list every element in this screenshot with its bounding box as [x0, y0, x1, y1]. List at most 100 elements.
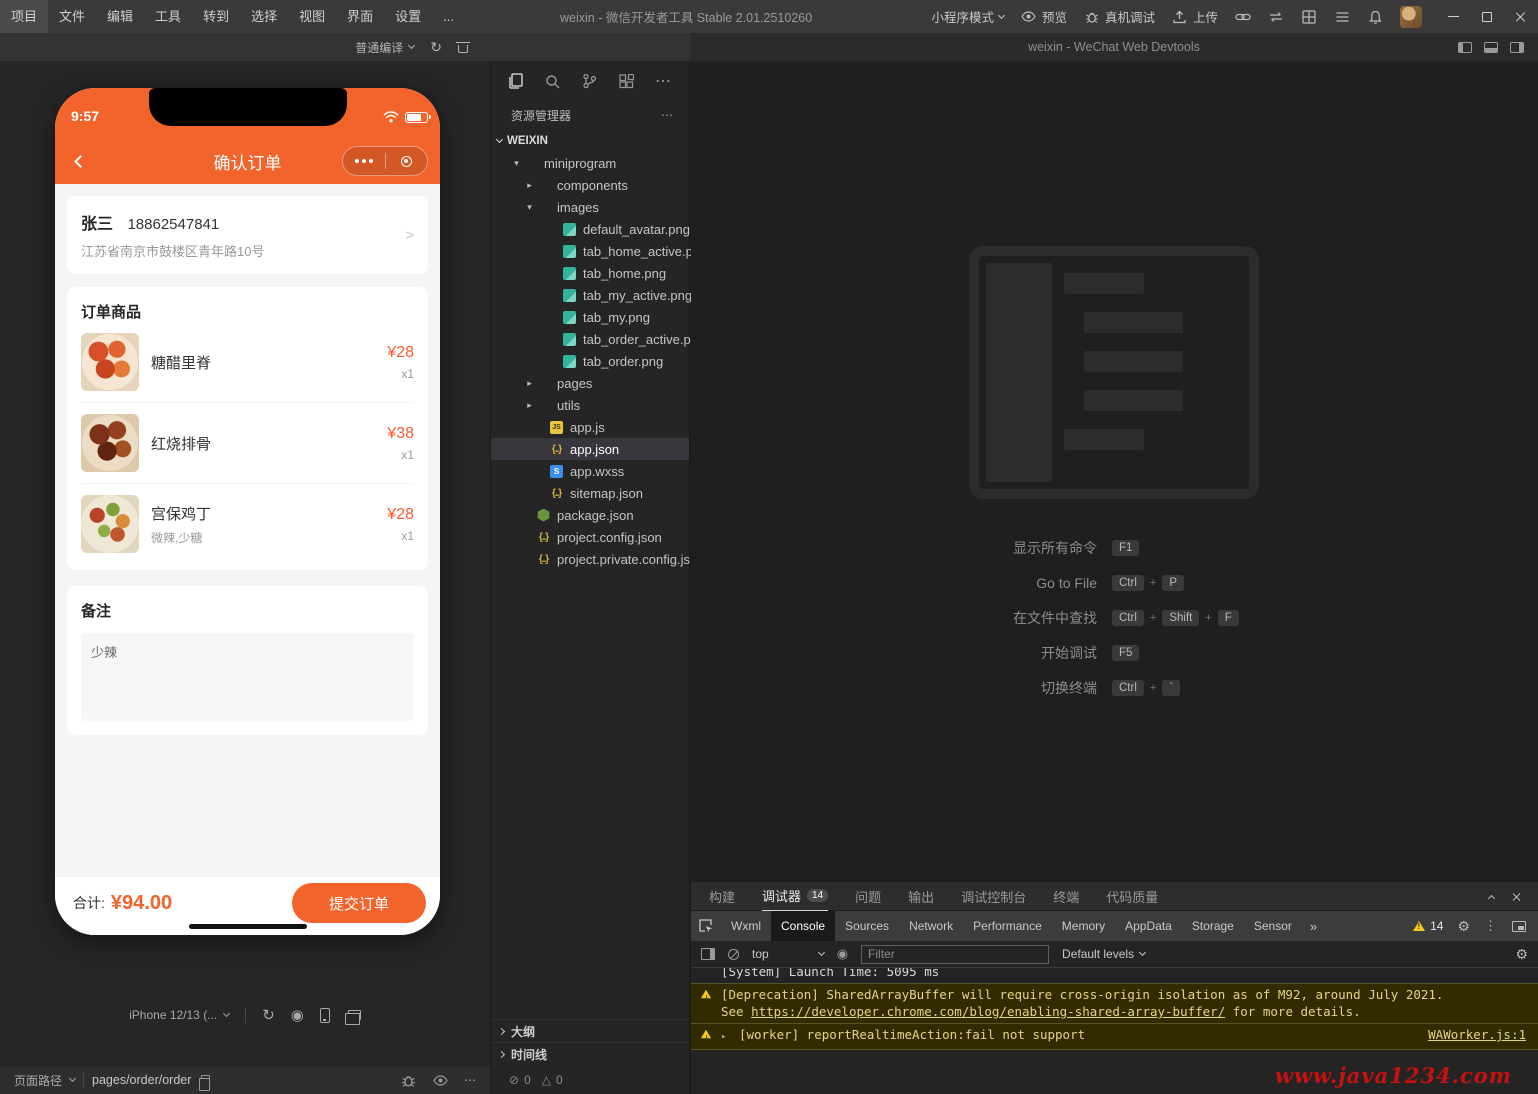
goods-item[interactable]: 红烧排骨 ¥38 x1 — [81, 403, 414, 484]
devtools-settings-icon[interactable]: ⚙ — [1457, 918, 1470, 935]
kebab-menu-icon[interactable]: ⋮ — [1484, 918, 1498, 934]
goods-item[interactable]: 宫保鸡丁 微辣,少糖 ¥28 x1 — [81, 484, 414, 564]
clear-console-icon[interactable] — [728, 949, 739, 960]
close-panel-icon[interactable] — [1512, 892, 1522, 902]
copy-path-icon[interactable] — [201, 1075, 210, 1086]
page-path[interactable]: pages/order/order — [92, 1073, 191, 1087]
debug-tab[interactable]: 调试控制台 — [961, 882, 1026, 911]
real-device-debug-button[interactable]: 真机调试 — [1084, 7, 1155, 26]
timeline-section[interactable]: 时间线 — [491, 1042, 689, 1065]
layout-grid-icon[interactable] — [1301, 9, 1317, 25]
devtools-tab[interactable]: Storage — [1182, 911, 1244, 941]
menu-item[interactable]: 工具 — [144, 0, 192, 33]
clear-cache-icon[interactable] — [458, 45, 468, 53]
path-mode-label[interactable]: 页面路径 — [14, 1072, 62, 1089]
tree-row[interactable]: ▾ images — [491, 196, 689, 218]
menu-item[interactable]: ... — [432, 0, 465, 33]
menu-item[interactable]: 设置 — [384, 0, 432, 33]
device-frame-icon[interactable] — [320, 1008, 330, 1023]
menu-item[interactable]: 编辑 — [96, 0, 144, 33]
bug-icon[interactable] — [400, 1072, 416, 1088]
console-filter-input[interactable] — [861, 945, 1049, 964]
compile-mode-select[interactable]: 普通编译 — [355, 39, 414, 56]
extensions-icon[interactable] — [618, 73, 634, 89]
console-sidebar-icon[interactable] — [701, 948, 715, 960]
address-card[interactable]: 张三 18862547841 江苏省南京市鼓楼区青年路10号 > — [67, 196, 428, 274]
console-message[interactable]: [Deprecation] SharedArrayBuffer will req… — [691, 983, 1538, 1024]
tree-row[interactable]: JS app.js — [491, 416, 689, 438]
devtools-tab[interactable]: Sensor — [1244, 911, 1302, 941]
console-settings-icon[interactable]: ⚙ — [1515, 946, 1528, 963]
multi-window-icon[interactable] — [348, 1010, 361, 1020]
console-message[interactable]: ▸ [worker] reportRealtimeAction:fail not… — [691, 1024, 1538, 1050]
hamburger-icon[interactable] — [1334, 9, 1350, 25]
more-menu-icon[interactable] — [343, 159, 385, 163]
refresh-icon[interactable]: ↻ — [430, 39, 442, 56]
rotate-icon[interactable]: ↻ — [262, 1006, 275, 1024]
menu-item[interactable]: 项目 — [0, 0, 48, 33]
window-close-button[interactable] — [1504, 0, 1538, 33]
upload-button[interactable]: 上传 — [1172, 7, 1218, 26]
project-root-row[interactable]: WEIXIN — [491, 130, 689, 152]
record-icon[interactable]: ◉ — [291, 1006, 304, 1024]
js-context-select[interactable]: top — [752, 947, 824, 961]
problems-status[interactable]: ⊘ 0 △ 0 — [491, 1065, 689, 1094]
tree-row[interactable]: {..} project.private.config.js... — [491, 548, 689, 570]
menu-item[interactable]: 转到 — [192, 0, 240, 33]
close-minibar-icon[interactable] — [386, 156, 428, 167]
create-live-expression-icon[interactable]: ◉ — [837, 946, 848, 962]
tree-row[interactable]: tab_order.png — [491, 350, 689, 372]
devtools-tab[interactable]: Network — [899, 911, 963, 941]
preview-button[interactable]: 预览 — [1021, 7, 1067, 26]
debug-tab[interactable]: 输出 — [908, 882, 934, 911]
files-icon[interactable] — [507, 73, 523, 89]
tree-row[interactable]: tab_home.png — [491, 262, 689, 284]
miniprogram-capsule[interactable] — [342, 146, 428, 176]
eye-icon[interactable] — [432, 1072, 448, 1088]
devtools-tab[interactable]: Performance — [963, 911, 1052, 941]
menu-item[interactable]: 文件 — [48, 0, 96, 33]
window-maximize-button[interactable] — [1470, 0, 1504, 33]
activity-more-icon[interactable]: ⋯ — [655, 71, 671, 91]
link-icon[interactable] — [1235, 9, 1251, 25]
menu-item[interactable]: 选择 — [240, 0, 288, 33]
toggle-left-panel-icon[interactable] — [1458, 42, 1472, 53]
debug-tab[interactable]: 构建 — [709, 882, 735, 911]
tree-row[interactable]: ▾ miniprogram — [491, 152, 689, 174]
tree-row[interactable]: {..} project.config.json — [491, 526, 689, 548]
debug-tab[interactable]: 代码质量 — [1106, 882, 1158, 911]
goods-item[interactable]: 糖醋里脊 ¥28 x1 — [81, 322, 414, 403]
devtools-tab[interactable]: Console — [771, 911, 835, 941]
tree-row[interactable]: ▸ pages — [491, 372, 689, 394]
tree-row[interactable]: ▸ components — [491, 174, 689, 196]
message-link[interactable]: https://developer.chrome.com/blog/enabli… — [751, 1004, 1225, 1019]
tree-row[interactable]: package.json — [491, 504, 689, 526]
tree-row[interactable]: tab_home_active.png — [491, 240, 689, 262]
tree-row[interactable]: default_avatar.png — [491, 218, 689, 240]
tree-row[interactable]: ▸ utils — [491, 394, 689, 416]
tree-row[interactable]: tab_my_active.png — [491, 284, 689, 306]
window-minimize-button[interactable] — [1436, 0, 1470, 33]
devtools-tab[interactable]: Memory — [1052, 911, 1115, 941]
tree-row[interactable]: {..} sitemap.json — [491, 482, 689, 504]
tree-row[interactable]: tab_order_active.png — [491, 328, 689, 350]
log-levels-select[interactable]: Default levels — [1062, 947, 1145, 961]
console-message[interactable]: [System] Launch Time: 5095 ms — [691, 968, 1538, 983]
dock-side-icon[interactable] — [1512, 921, 1526, 932]
debug-tab[interactable]: 终端 — [1053, 882, 1079, 911]
search-icon[interactable] — [544, 73, 560, 89]
collapse-panel-icon[interactable] — [1488, 895, 1495, 902]
toggle-right-panel-icon[interactable] — [1510, 42, 1524, 53]
submit-order-button[interactable]: 提交订单 — [292, 883, 426, 923]
expand-icon[interactable]: ▸ — [721, 1032, 726, 1042]
tree-row[interactable]: tab_my.png — [491, 306, 689, 328]
toggle-bottom-panel-icon[interactable] — [1484, 42, 1498, 53]
bell-icon[interactable] — [1367, 9, 1383, 25]
menu-item[interactable]: 视图 — [288, 0, 336, 33]
tree-row[interactable]: S app.wxss — [491, 460, 689, 482]
inspect-element-icon[interactable] — [691, 918, 721, 934]
explorer-more-icon[interactable]: ⋯ — [661, 108, 675, 122]
tree-row[interactable]: {..} app.json — [491, 438, 689, 460]
device-select[interactable]: iPhone 12/13 (... — [129, 1008, 229, 1022]
devtools-tab[interactable]: Wxml — [721, 911, 771, 941]
